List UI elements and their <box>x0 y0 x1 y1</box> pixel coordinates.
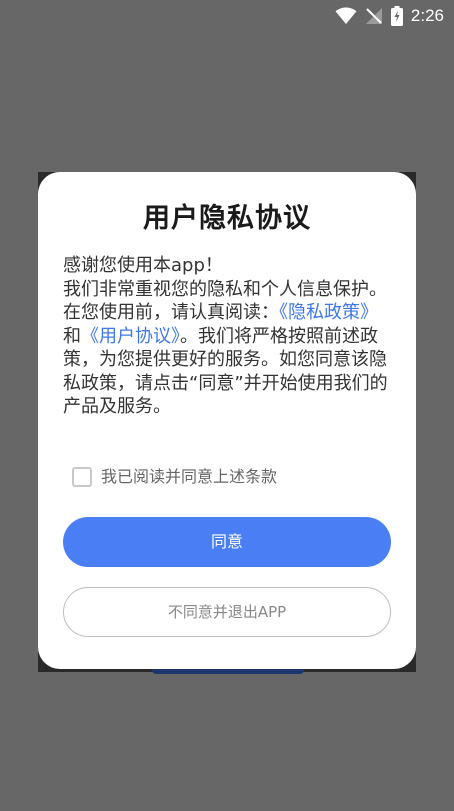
agree-checkbox-label[interactable]: 我已阅读并同意上述条款 <box>101 467 277 487</box>
no-signal-icon <box>365 7 383 25</box>
privacy-policy-link[interactable]: 《隐私政策》 <box>279 302 378 323</box>
agree-checkbox-row[interactable]: 我已阅读并同意上述条款 <box>72 467 277 487</box>
agree-checkbox[interactable] <box>72 467 92 487</box>
screen: 2:26 用户隐私协议 感谢您使用本app！ 我们非常重视您的隐私和个人信息保护… <box>0 0 454 811</box>
agree-button[interactable]: 同意 <box>63 517 391 567</box>
privacy-dialog: 用户隐私协议 感谢您使用本app！ 我们非常重视您的隐私和个人信息保护。在您使用… <box>38 172 416 669</box>
battery-charging-icon <box>390 6 403 26</box>
policy-text: 我们非常重视您的隐私和个人信息保护。在您使用前，请认真阅读：《隐私政策》和《用户… <box>63 278 393 419</box>
status-time: 2:26 <box>410 6 444 25</box>
and-text: 和 <box>63 325 81 347</box>
dialog-title: 用户隐私协议 <box>143 203 311 234</box>
status-icons: 2:26 <box>335 5 444 27</box>
dialog-body: 感谢您使用本app！ 我们非常重视您的隐私和个人信息保护。在您使用前，请认真阅读… <box>63 254 393 419</box>
disagree-exit-button[interactable]: 不同意并退出APP <box>63 587 391 637</box>
greeting-text: 感谢您使用本app！ <box>63 255 223 276</box>
status-bar: 2:26 <box>0 0 454 34</box>
wifi-icon <box>335 7 357 25</box>
user-agreement-link[interactable]: 《用户协议》 <box>81 326 180 347</box>
